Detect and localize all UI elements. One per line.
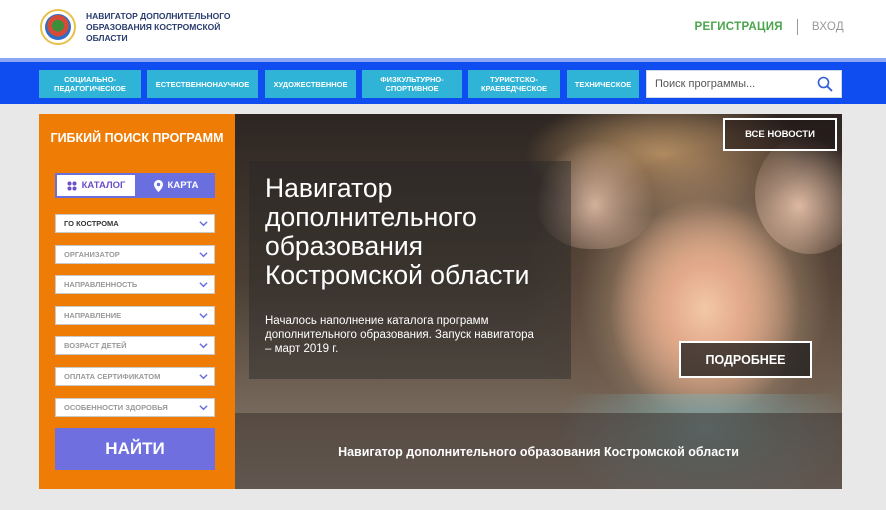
select-health-features[interactable]: ОСОБЕННОСТИ ЗДОРОВЬЯ xyxy=(55,398,215,417)
tab-technical[interactable]: ТЕХНИЧЕСКОЕ xyxy=(567,70,639,98)
tab-social-pedagogical[interactable]: СОЦИАЛЬНО-ПЕДАГОГИЧЕСКОЕ xyxy=(39,70,141,98)
chevron-down-icon xyxy=(199,221,208,227)
chevron-down-icon xyxy=(199,343,208,349)
view-toggle: КАТАЛОГ КАРТА xyxy=(55,173,215,198)
tab-natural-science[interactable]: ЕСТЕСТВЕННОНАУЧНОЕ xyxy=(147,70,258,98)
select-direction-value: НАПРАВЛЕНИЕ xyxy=(64,311,122,320)
all-news-button[interactable]: ВСЕ НОВОСТИ xyxy=(723,118,837,151)
select-direction[interactable]: НАПРАВЛЕНИЕ xyxy=(55,306,215,325)
map-label: КАРТА xyxy=(167,180,199,191)
site-header: НАВИГАТОР ДОПОЛНИТЕЛЬНОГО ОБРАЗОВАНИЯ КО… xyxy=(0,0,886,58)
category-navbar: СОЦИАЛЬНО-ПЕДАГОГИЧЕСКОЕ ЕСТЕСТВЕННОНАУЧ… xyxy=(0,58,886,104)
grid-icon xyxy=(67,181,77,190)
select-certificate-payment-value: ОПЛАТА СЕРТИФИКАТОМ xyxy=(64,372,161,381)
login-link[interactable]: ВХОД xyxy=(812,21,844,33)
search-box xyxy=(646,70,842,98)
select-certificate-payment[interactable]: ОПЛАТА СЕРТИФИКАТОМ xyxy=(55,367,215,386)
tab-tourism[interactable]: ТУРИСТСКО-КРАЕВЕДЧЕСКОЕ xyxy=(468,70,560,98)
hero-caption-text: Навигатор дополнительного образования Ко… xyxy=(338,445,739,459)
select-health-features-value: ОСОБЕННОСТИ ЗДОРОВЬЯ xyxy=(64,403,168,412)
register-link[interactable]: РЕГИСТРАЦИЯ xyxy=(694,21,782,33)
select-municipality-value: ГО КОСТРОМА xyxy=(64,219,119,228)
page: НАВИГАТОР ДОПОЛНИТЕЛЬНОГО ОБРАЗОВАНИЯ КО… xyxy=(0,0,886,510)
more-button[interactable]: ПОДРОБНЕЕ xyxy=(679,341,812,378)
select-organizer-value: ОРГАНИЗАТОР xyxy=(64,250,120,259)
catalog-label: КАТАЛОГ xyxy=(81,180,126,191)
filter-panel: ГИБКИЙ ПОИСК ПРОГРАММ КАТАЛОГ КАРТА ГО К… xyxy=(39,114,235,489)
tab-artistic[interactable]: ХУДОЖЕСТВЕННОЕ xyxy=(265,70,356,98)
select-focus[interactable]: НАПРАВЛЕННОСТЬ xyxy=(55,275,215,294)
select-age[interactable]: ВОЗРАСТ ДЕТЕЙ xyxy=(55,336,215,355)
chevron-down-icon xyxy=(199,282,208,288)
chevron-down-icon xyxy=(199,374,208,380)
auth-divider xyxy=(796,19,798,35)
select-organizer[interactable]: ОРГАНИЗАТОР xyxy=(55,245,215,264)
emblem-icon xyxy=(45,14,71,40)
hero-description: Началось наполнение каталога программ до… xyxy=(265,315,534,355)
map-toggle-button[interactable]: КАРТА xyxy=(137,173,215,198)
select-municipality[interactable]: ГО КОСТРОМА xyxy=(55,214,215,233)
chevron-down-icon xyxy=(199,313,208,319)
catalog-toggle-button[interactable]: КАТАЛОГ xyxy=(55,173,137,198)
search-input[interactable] xyxy=(647,78,807,90)
tab-sports[interactable]: ФИЗКУЛЬТУРНО-СПОРТИВНОЕ xyxy=(362,70,462,98)
find-button[interactable]: НАЙТИ xyxy=(55,428,215,470)
site-logo[interactable] xyxy=(40,9,76,45)
search-icon[interactable] xyxy=(817,76,833,92)
filter-title: ГИБКИЙ ПОИСК ПРОГРАММ xyxy=(50,131,224,145)
auth-links: РЕГИСТРАЦИЯ ВХОД xyxy=(694,19,844,35)
select-age-value: ВОЗРАСТ ДЕТЕЙ xyxy=(64,341,127,350)
hero-title: Навигатор дополнительного образования Ко… xyxy=(265,173,530,290)
chevron-down-icon xyxy=(199,252,208,258)
chevron-down-icon xyxy=(199,405,208,411)
map-pin-icon xyxy=(153,179,163,192)
hero-banner: Навигатор дополнительного образования Ко… xyxy=(235,114,842,489)
hero-photo-hand-right xyxy=(755,134,842,254)
brand-title[interactable]: НАВИГАТОР ДОПОЛНИТЕЛЬНОГО ОБРАЗОВАНИЯ КО… xyxy=(86,11,256,44)
select-focus-value: НАПРАВЛЕННОСТЬ xyxy=(64,280,138,289)
